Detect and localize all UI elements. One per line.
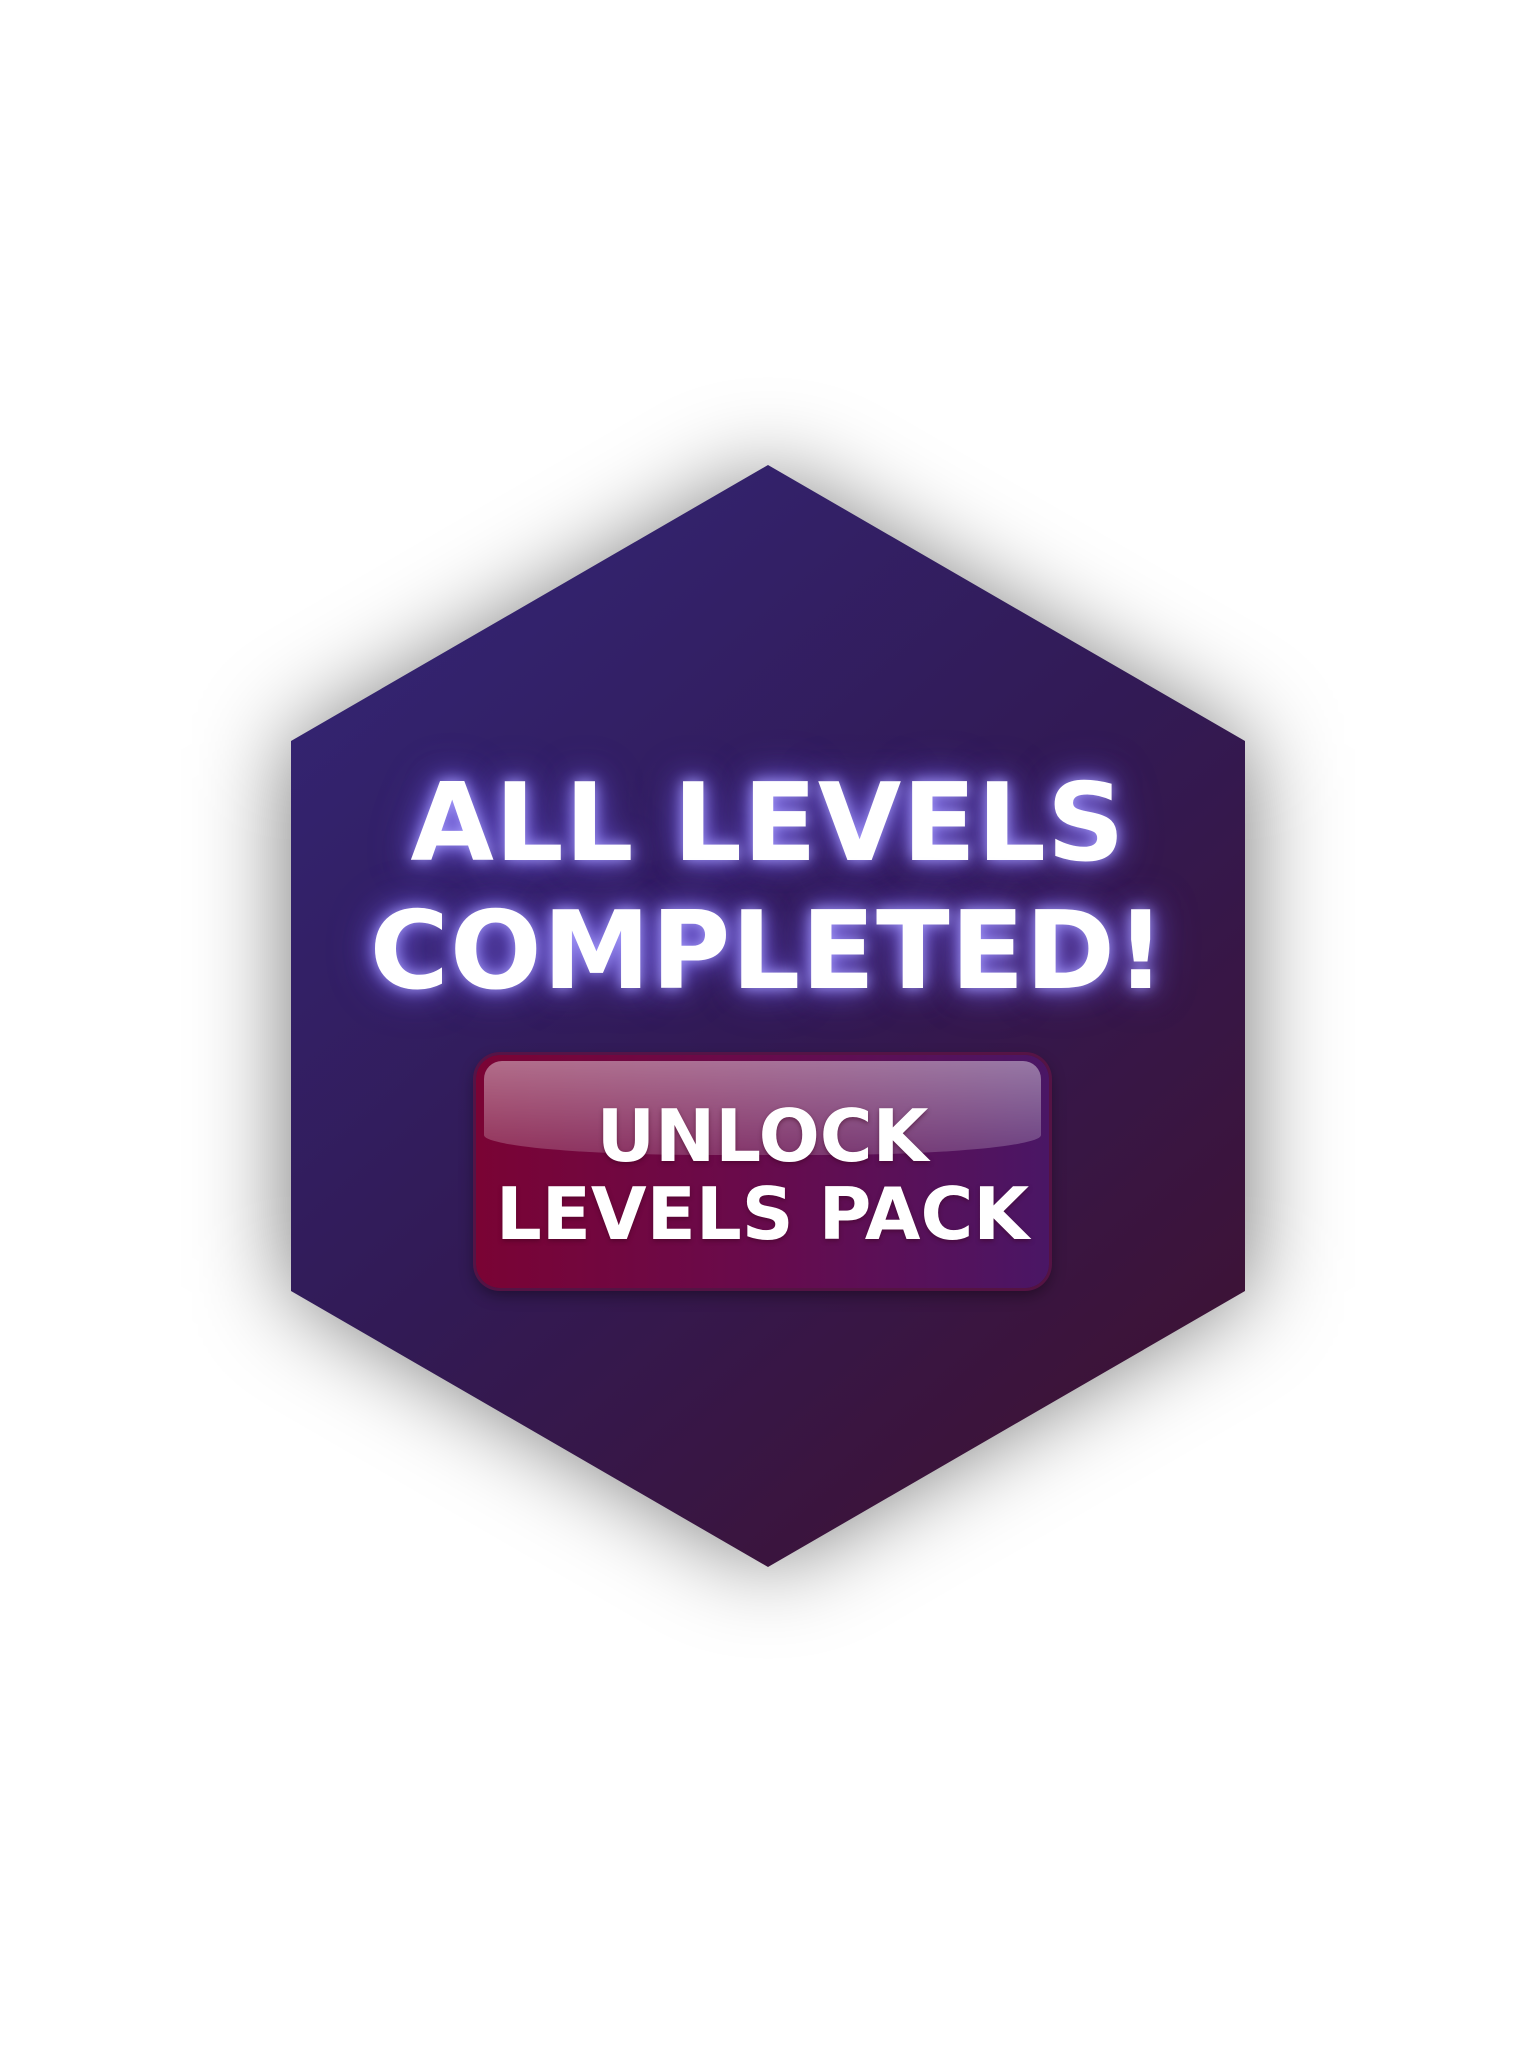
title-line-1: ALL LEVELS	[410, 761, 1126, 886]
button-label-line-1: UNLOCK	[596, 1094, 929, 1178]
button-label: UNLOCK LEVELS PACK	[476, 1097, 1049, 1253]
level-complete-screen: ALL LEVELS COMPLETED! UNLOCK LEVELS PACK	[0, 0, 1536, 2048]
level-complete-title: ALL LEVELS COMPLETED!	[268, 760, 1268, 1016]
hexagon-panel	[291, 465, 1245, 1567]
button-label-line-2: LEVELS PACK	[495, 1172, 1030, 1256]
title-line-2: COMPLETED!	[369, 889, 1167, 1014]
unlock-levels-pack-button[interactable]: UNLOCK LEVELS PACK	[476, 1055, 1049, 1288]
